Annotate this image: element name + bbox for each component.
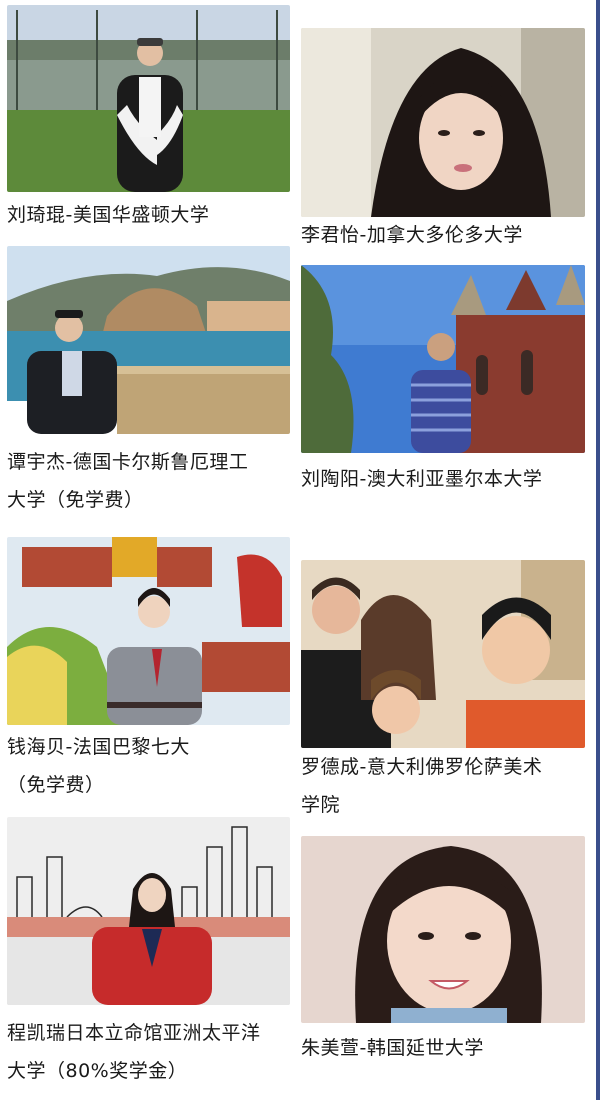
page-edge-rule (596, 0, 600, 1100)
caption-cheng-kairui: 程凯瑞日本立命馆亚洲太平洋 大学（80%奖学金） (7, 1014, 261, 1090)
caption-li-junyi: 李君怡-加拿大多伦多大学 (301, 216, 523, 254)
caption-line: 大学（80%奖学金） (7, 1060, 188, 1082)
caption-line: 刘琦琨-美国华盛顿大学 (7, 204, 210, 226)
caption-line: 钱海贝-法国巴黎七大 (7, 736, 190, 758)
caption-liu-taoyang: 刘陶阳-澳大利亚墨尔本大学 (301, 460, 542, 498)
student-photo-liu-taoyang (301, 265, 585, 453)
caption-zhu-meixuan: 朱美萱-韩国延世大学 (301, 1029, 484, 1067)
caption-qian-haibei: 钱海贝-法国巴黎七大 （免学费） (7, 728, 190, 804)
caption-luo-decheng: 罗德成-意大利佛罗伦萨美术 学院 (301, 748, 542, 824)
student-photo-qian-haibei (7, 537, 290, 725)
caption-line: 朱美萱-韩国延世大学 (301, 1037, 484, 1059)
caption-line: （免学费） (7, 774, 105, 796)
caption-line: 刘陶阳-澳大利亚墨尔本大学 (301, 468, 543, 490)
caption-line: 谭宇杰-德国卡尔斯鲁厄理工 (7, 451, 249, 473)
caption-line: 大学（免学费） (7, 489, 144, 511)
student-photo-luo-decheng (301, 560, 585, 748)
student-photo-liu-qikun (7, 5, 290, 192)
student-photo-zhu-meixuan (301, 836, 585, 1023)
student-photo-li-junyi (301, 28, 585, 217)
caption-line: 学院 (301, 794, 341, 816)
caption-line: 李君怡-加拿大多伦多大学 (301, 224, 523, 246)
student-photo-tan-yujie (7, 246, 290, 434)
caption-line: 罗德成-意大利佛罗伦萨美术 (301, 756, 543, 778)
caption-liu-qikun: 刘琦琨-美国华盛顿大学 (7, 196, 209, 234)
student-photo-cheng-kairui (7, 817, 290, 1005)
caption-line: 程凯瑞日本立命馆亚洲太平洋 (7, 1022, 261, 1044)
caption-tan-yujie: 谭宇杰-德国卡尔斯鲁厄理工 大学（免学费） (7, 443, 248, 519)
